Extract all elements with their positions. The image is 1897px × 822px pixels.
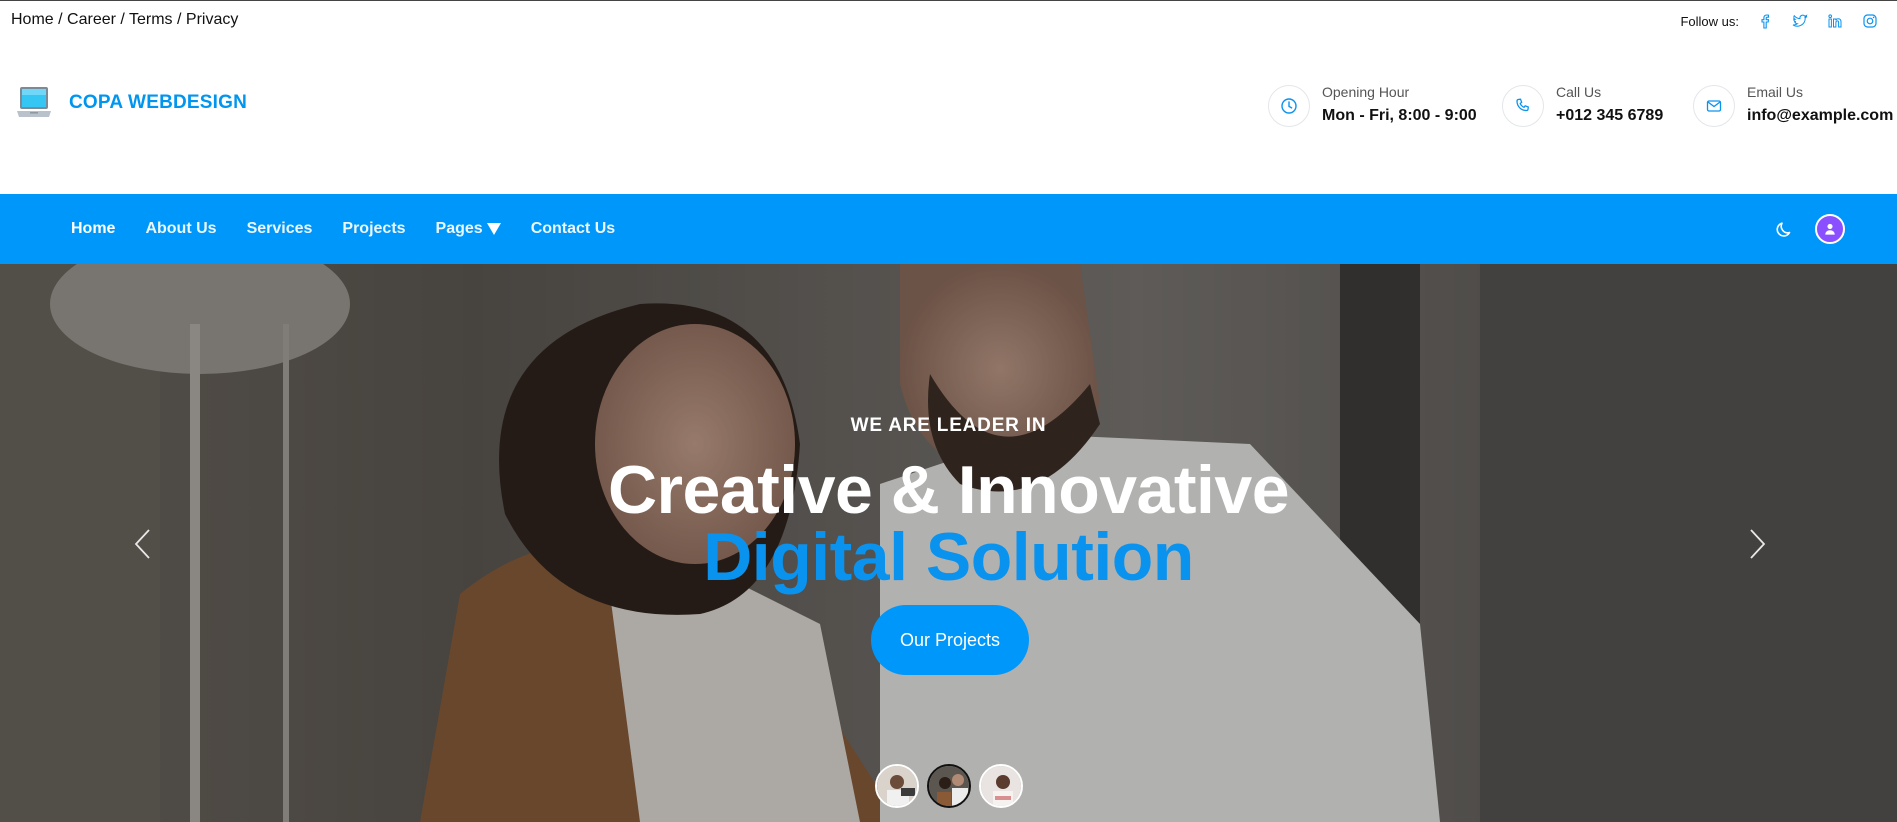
header: COPA WEBDESIGN Opening Hour Mon - Fri, 8…	[0, 41, 1897, 194]
twitter-icon[interactable]	[1782, 11, 1817, 31]
brand-name: COPA WEBDESIGN	[69, 92, 248, 113]
hero-carousel: WE ARE LEADER IN Creative & Innovative D…	[0, 264, 1897, 822]
facebook-icon[interactable]	[1747, 11, 1782, 31]
social-links	[1747, 11, 1887, 31]
opening-hour-label: Opening Hour	[1322, 84, 1410, 100]
clock-icon	[1268, 85, 1310, 127]
instagram-icon[interactable]	[1852, 11, 1887, 31]
nav-home[interactable]: Home	[71, 220, 115, 238]
opening-hour-value: Mon - Fri, 8:00 - 9:00	[1322, 107, 1477, 124]
call-us-label: Call Us	[1556, 84, 1602, 100]
phone-icon	[1502, 85, 1544, 127]
chevron-right-icon[interactable]	[1745, 526, 1769, 562]
email-us-label: Email Us	[1747, 84, 1804, 100]
email-address[interactable]: info@example.com	[1747, 103, 1893, 129]
breadcrumb-terms[interactable]: Terms	[129, 11, 173, 28]
breadcrumb-home[interactable]: Home	[11, 11, 54, 28]
slide-thumbnail-3[interactable]	[979, 764, 1023, 808]
user-menu-button[interactable]	[1815, 214, 1845, 244]
chevron-left-icon[interactable]	[131, 526, 155, 562]
opening-hours: Opening Hour Mon - Fri, 8:00 - 9:00	[1268, 83, 1477, 129]
caret-down-icon	[486, 223, 501, 235]
nav-contact-us[interactable]: Contact Us	[531, 220, 615, 238]
carousel-thumbnails	[875, 764, 1031, 808]
hero-subtitle: WE ARE LEADER IN	[850, 415, 1047, 436]
slide-thumbnail-2[interactable]	[927, 764, 971, 808]
hero-title-line1: Creative & Innovative	[607, 452, 1290, 528]
user-icon	[1825, 223, 1835, 235]
slide-thumbnail-1[interactable]	[875, 764, 919, 808]
follow-label: Follow us:	[1680, 14, 1739, 29]
nav-about-us[interactable]: About Us	[145, 220, 216, 238]
breadcrumb: Home / Career / Terms / Privacy	[11, 11, 239, 28]
our-projects-button[interactable]: Our Projects	[871, 605, 1029, 675]
moon-icon[interactable]	[1774, 218, 1796, 240]
mail-icon	[1693, 85, 1735, 127]
main-nav: Home About Us Services Projects Pages Co…	[0, 194, 1897, 264]
email-us: Email Us info@example.com	[1693, 83, 1893, 129]
phone-number[interactable]: +012 345 6789	[1556, 103, 1663, 129]
call-us: Call Us +012 345 6789	[1502, 83, 1663, 129]
hero-title-line2: Digital Solution	[703, 519, 1194, 595]
brand-link[interactable]: COPA WEBDESIGN	[16, 85, 247, 121]
breadcrumb-privacy[interactable]: Privacy	[186, 11, 238, 28]
nav-projects[interactable]: Projects	[342, 220, 405, 238]
breadcrumb-career[interactable]: Career	[67, 11, 116, 28]
laptop-icon	[17, 87, 51, 117]
nav-pages-label: Pages	[435, 220, 483, 237]
nav-pages-dropdown[interactable]: Pages	[436, 220, 501, 238]
nav-services[interactable]: Services	[247, 220, 313, 238]
top-bar: Home / Career / Terms / Privacy Follow u…	[0, 1, 1897, 41]
linkedin-icon[interactable]	[1817, 11, 1852, 31]
